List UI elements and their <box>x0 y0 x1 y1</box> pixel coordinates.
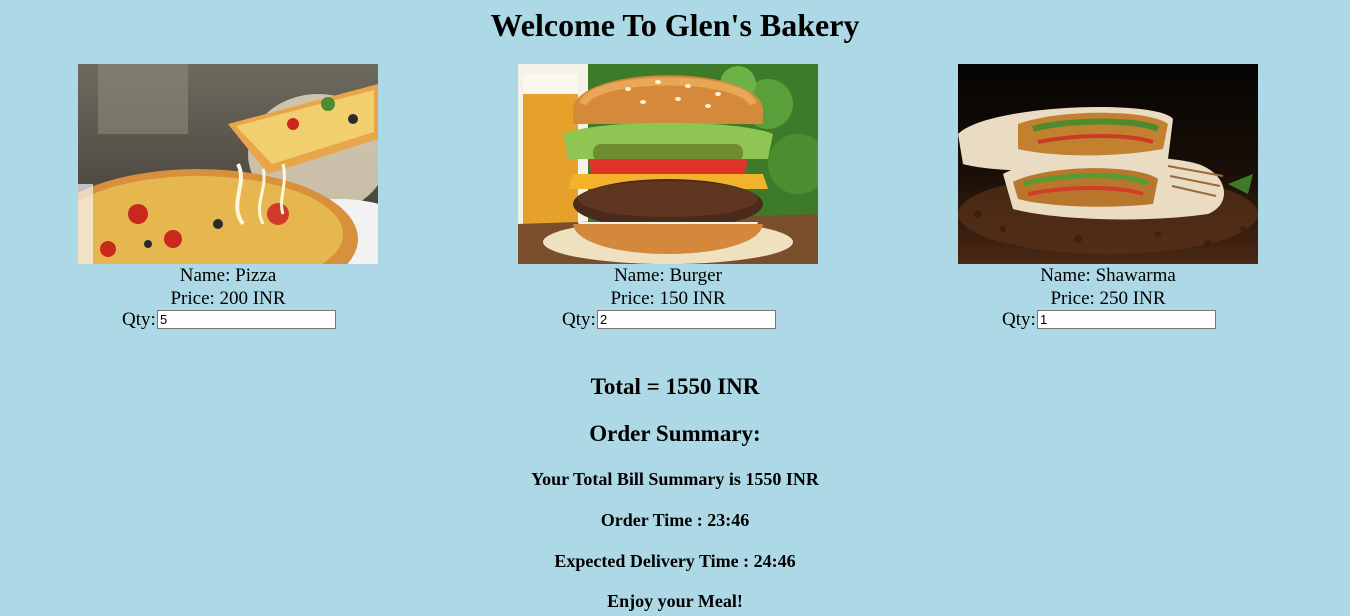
price-value: 250 INR <box>1099 288 1166 309</box>
product-card-pizza: Name: Pizza Price: 200 INR Qty: <box>78 64 378 334</box>
burger-image <box>518 64 818 264</box>
product-name: Name: Shawarma <box>958 264 1258 287</box>
page: Welcome To Glen's Bakery Name: Pizza Pri… <box>0 0 1350 616</box>
closing-message: Enjoy your Meal! <box>607 591 743 611</box>
price-label: Price: <box>1050 288 1095 309</box>
product-price: Price: 150 INR <box>518 287 818 310</box>
qty-label: Qty: <box>122 309 156 330</box>
order-summary-heading: Order Summary: <box>589 421 761 446</box>
product-name: Name: Pizza <box>78 264 378 287</box>
page-title: Welcome To Glen's Bakery <box>490 7 860 43</box>
product-card-burger: Name: Burger Price: 150 INR Qty: <box>518 64 818 334</box>
qty-input-shawarma[interactable] <box>1037 310 1216 329</box>
price-label: Price: <box>170 288 215 309</box>
total-amount: Total = 1550 INR <box>590 374 760 399</box>
name-label: Name: <box>614 265 665 286</box>
product-name: Name: Burger <box>518 264 818 287</box>
qty-row: Qty: <box>78 309 378 334</box>
qty-label: Qty: <box>562 309 596 330</box>
name-value: Shawarma <box>1095 265 1176 286</box>
product-card-shawarma: Name: Shawarma Price: 250 INR Qty: <box>958 64 1258 334</box>
order-time: Order Time : 23:46 <box>600 510 750 530</box>
shawarma-image <box>958 64 1258 264</box>
qty-label: Qty: <box>1002 309 1036 330</box>
name-label: Name: <box>1040 265 1091 286</box>
qty-row: Qty: <box>958 309 1258 334</box>
qty-input-pizza[interactable] <box>157 310 336 329</box>
price-value: 150 INR <box>659 288 726 309</box>
product-price: Price: 200 INR <box>78 287 378 310</box>
name-value: Burger <box>669 265 722 286</box>
price-label: Price: <box>610 288 655 309</box>
price-value: 200 INR <box>219 288 286 309</box>
name-value: Pizza <box>235 265 277 286</box>
qty-input-burger[interactable] <box>597 310 776 329</box>
pizza-image <box>78 64 378 264</box>
product-price: Price: 250 INR <box>958 287 1258 310</box>
qty-row: Qty: <box>518 309 818 334</box>
delivery-time: Expected Delivery Time : 24:46 <box>554 551 796 571</box>
name-label: Name: <box>179 265 231 286</box>
bill-summary: Your Total Bill Summary is 1550 INR <box>531 469 819 489</box>
